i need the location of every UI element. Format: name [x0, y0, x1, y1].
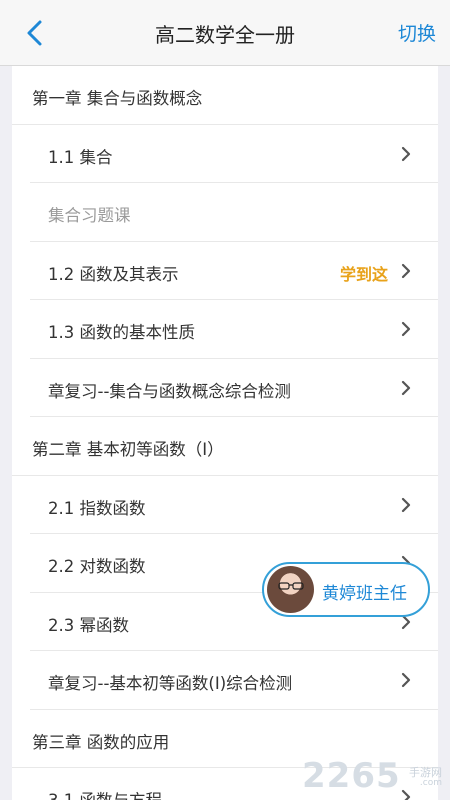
chevron-right-icon [401, 380, 411, 395]
lesson-title: 章复习--集合与函数概念综合检测 [48, 381, 291, 401]
lesson-item[interactable]: 1.1 集合 [30, 125, 438, 183]
lesson-title: 章复习--基本初等函数(Ⅰ)综合检测 [48, 674, 293, 693]
chapter-title: 第三章 函数的应用 [32, 732, 170, 752]
teacher-name: 黄婷班主任 [322, 584, 407, 604]
lesson-title: 2.3 幂函数 [48, 615, 129, 635]
page-title: 高二数学全一册 [155, 23, 295, 47]
chapter-header: 第一章 集合与函数概念 [12, 66, 438, 125]
watermark-domain: .com [419, 778, 442, 788]
lesson-title: 1.1 集合 [48, 147, 113, 167]
lesson-item: 集合习题课 [30, 183, 438, 242]
chapter-title: 第一章 集合与函数概念 [32, 89, 203, 108]
lesson-item[interactable]: 章复习--集合与函数概念综合检测 [30, 359, 438, 417]
lesson-item[interactable]: 2.1 指数函数 [30, 476, 438, 534]
lesson-item[interactable]: 1.3 函数的基本性质 [30, 300, 438, 359]
lesson-title: 2.1 指数函数 [48, 498, 146, 518]
course-list: 第一章 集合与函数概念 1.1 集合 集合习题课 1.2 函数及其表示 学到这 1.3 函… [12, 66, 438, 800]
watermark-number: 2265 [302, 756, 401, 796]
teacher-contact-button[interactable]: 黄婷班主任 [262, 562, 430, 617]
chapter-title: 第二章 基本初等函数（Ⅰ） [32, 440, 224, 459]
chevron-right-icon [401, 672, 411, 688]
teacher-avatar [267, 566, 314, 613]
lesson-item[interactable]: 章复习--基本初等函数(Ⅰ)综合检测 [30, 651, 438, 710]
chevron-right-icon [401, 321, 411, 337]
lesson-title: 3.1 函数与方程 [48, 787, 162, 800]
lesson-title: 1.3 函数的基本性质 [48, 323, 195, 342]
lesson-title: 集合习题课 [48, 206, 131, 225]
glasses-icon [278, 582, 304, 590]
switch-button[interactable]: 切换 [398, 19, 436, 46]
chevron-right-icon [401, 146, 411, 161]
chevron-right-icon [401, 497, 411, 512]
lesson-title: 2.2 对数函数 [48, 557, 146, 576]
chapter-header: 第二章 基本初等函数（Ⅰ） [12, 417, 438, 476]
nav-bar: 高二数学全一册 切换 [0, 0, 450, 66]
lesson-title: 1.2 函数及其表示 [48, 264, 179, 284]
chevron-right-icon [401, 263, 411, 278]
progress-badge: 学到这 [339, 264, 388, 284]
lesson-item[interactable]: 1.2 函数及其表示 学到这 [30, 242, 438, 300]
watermark-logo: 2265 手游网 .com [302, 756, 442, 796]
